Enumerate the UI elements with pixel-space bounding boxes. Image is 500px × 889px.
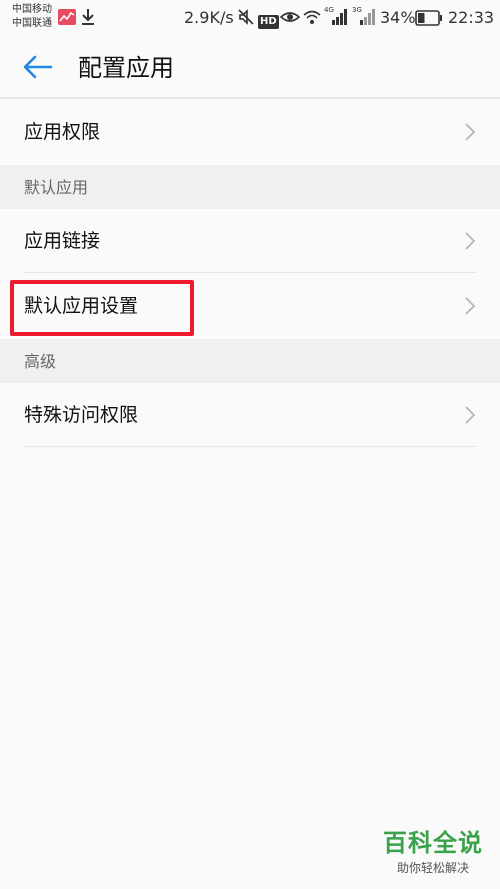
watermark: 百科全说 助你轻松解决	[378, 828, 488, 876]
row-app-permissions[interactable]: 应用权限	[0, 100, 500, 164]
status-bar: 中国移动 中国联通 2.9K/s HD 4G 3G 34% 22:33	[0, 0, 500, 36]
section-label: 默认应用	[24, 178, 89, 197]
clock: 22:33	[448, 8, 495, 27]
app-bar: 配置应用	[0, 36, 500, 98]
watermark-title: 百科全说	[383, 829, 483, 857]
row-label: 应用链接	[24, 230, 101, 252]
app-bar-divider	[0, 97, 500, 99]
row-default-app-settings[interactable]: 默认应用设置	[0, 274, 500, 338]
row-label: 应用权限	[24, 121, 101, 143]
battery-percent: 34%	[380, 8, 416, 27]
chevron-right-icon	[465, 297, 476, 315]
row-divider	[24, 446, 476, 447]
download-icon	[80, 8, 96, 30]
watermark-subtitle: 助你轻松解决	[396, 861, 469, 875]
section-header-default-apps: 默认应用	[0, 165, 500, 209]
signal-4g-icon: 4G	[324, 6, 348, 30]
section-header-advanced: 高级	[0, 339, 500, 383]
chevron-right-icon	[465, 232, 476, 250]
row-app-links[interactable]: 应用链接	[0, 209, 500, 273]
row-label: 默认应用设置	[24, 295, 139, 317]
row-label: 特殊访问权限	[24, 404, 139, 426]
battery-icon	[415, 10, 443, 30]
carrier-labels: 中国移动 中国联通	[12, 3, 52, 31]
mute-icon	[237, 8, 255, 30]
chevron-right-icon	[465, 123, 476, 141]
row-divider	[24, 272, 476, 273]
arrow-left-icon	[23, 55, 53, 79]
stock-chart-icon	[58, 9, 76, 29]
row-special-access[interactable]: 特殊访问权限	[0, 383, 500, 447]
section-label: 高级	[24, 352, 57, 371]
carrier-2: 中国联通	[12, 18, 52, 29]
eye-icon	[279, 8, 301, 30]
hd-icon: HD	[258, 15, 279, 29]
wifi-icon	[302, 8, 322, 30]
carrier-1: 中国移动	[12, 4, 52, 15]
back-button[interactable]	[20, 52, 56, 82]
net-speed: 2.9K/s	[184, 8, 234, 27]
chevron-right-icon	[465, 406, 476, 424]
page-title: 配置应用	[78, 54, 174, 82]
signal-3g-icon: 3G	[352, 6, 376, 30]
